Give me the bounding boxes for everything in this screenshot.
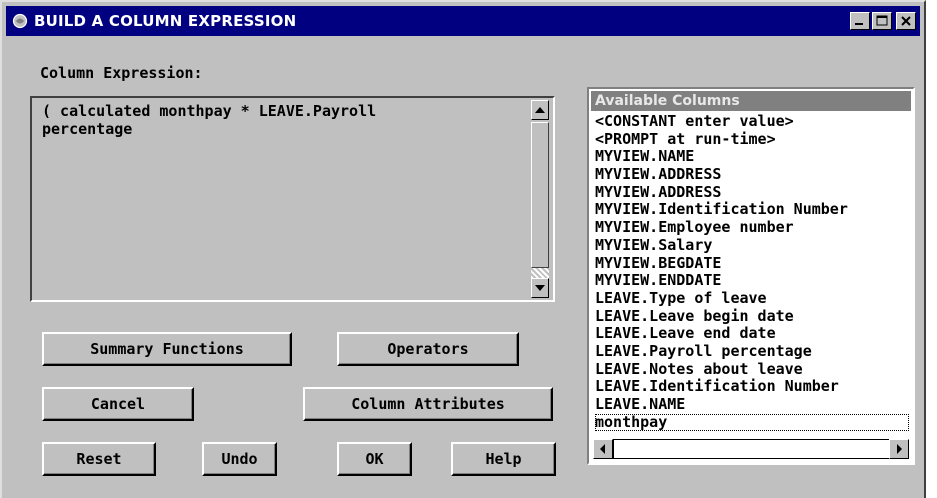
column-expression-field[interactable]: ( calculated monthpay * LEAVE.Payroll pe…	[30, 96, 555, 302]
close-button[interactable]	[896, 12, 916, 30]
scroll-left-button[interactable]	[593, 439, 613, 459]
list-item[interactable]: MYVIEW.ADDRESS	[595, 183, 913, 202]
title-bar[interactable]: BUILD A COLUMN EXPRESSION	[6, 6, 920, 36]
scroll-right-button[interactable]	[889, 439, 909, 459]
ok-button[interactable]: OK	[337, 442, 412, 476]
scroll-down-button[interactable]	[531, 278, 549, 298]
list-item[interactable]: LEAVE.Identification Number	[595, 378, 913, 396]
window-title: BUILD A COLUMN EXPRESSION	[34, 12, 297, 30]
maximize-button[interactable]	[872, 12, 892, 30]
reset-button[interactable]: Reset	[42, 442, 156, 476]
list-item[interactable]: LEAVE.Leave begin date	[595, 307, 913, 326]
dialog-window: BUILD A COLUMN EXPRESSION Column Express…	[0, 0, 926, 498]
available-columns-header: Available Columns	[591, 91, 911, 111]
left-arrow-icon	[600, 444, 605, 454]
operators-button[interactable]: Operators	[337, 332, 519, 366]
list-item[interactable]: monthpay	[595, 413, 909, 432]
list-item[interactable]: MYVIEW.ADDRESS	[595, 165, 913, 184]
undo-button[interactable]: Undo	[202, 442, 277, 476]
column-expression-text[interactable]: ( calculated monthpay * LEAVE.Payroll pe…	[42, 102, 522, 138]
list-item[interactable]: MYVIEW.Salary	[595, 236, 913, 255]
list-item[interactable]: MYVIEW.Identification Number	[595, 201, 913, 219]
column-attributes-button[interactable]: Column Attributes	[303, 387, 553, 421]
list-item[interactable]: LEAVE.Leave end date	[595, 325, 913, 343]
maximize-icon	[876, 15, 888, 26]
expression-vertical-scrollbar[interactable]	[531, 100, 551, 298]
list-item[interactable]: LEAVE.Notes about leave	[595, 360, 913, 379]
down-arrow-icon	[535, 285, 545, 291]
list-item[interactable]: <PROMPT at run-time>	[595, 130, 913, 149]
scroll-up-button[interactable]	[531, 100, 549, 120]
minimize-icon	[855, 23, 863, 25]
cancel-button[interactable]: Cancel	[42, 387, 194, 421]
list-item[interactable]: LEAVE.Payroll percentage	[595, 342, 913, 361]
summary-functions-button[interactable]: Summary Functions	[42, 332, 292, 366]
list-horizontal-scrollbar[interactable]	[593, 439, 909, 459]
close-icon	[901, 16, 911, 26]
list-item[interactable]: MYVIEW.NAME	[595, 148, 913, 166]
column-expression-label: Column Expression:	[40, 64, 203, 82]
scroll-track[interactable]	[531, 268, 549, 278]
list-item[interactable]: LEAVE.Type of leave	[595, 289, 913, 308]
minimize-button[interactable]	[850, 12, 870, 30]
scroll-thumb[interactable]	[531, 122, 549, 268]
help-button[interactable]: Help	[451, 442, 556, 476]
available-columns-list[interactable]: Available Columns <CONSTANT enter value>…	[587, 87, 915, 465]
list-item[interactable]: MYVIEW.BEGDATE	[595, 254, 913, 273]
horizontal-scroll-thumb[interactable]	[613, 439, 891, 459]
list-item[interactable]: MYVIEW.Employee number	[595, 218, 913, 237]
list-item[interactable]: LEAVE.NAME	[595, 395, 913, 414]
right-arrow-icon	[897, 444, 902, 454]
sas-icon	[12, 13, 28, 29]
list-item[interactable]: <CONSTANT enter value>	[595, 112, 913, 131]
up-arrow-icon	[535, 107, 545, 113]
list-item[interactable]: MYVIEW.ENDDATE	[595, 271, 913, 290]
